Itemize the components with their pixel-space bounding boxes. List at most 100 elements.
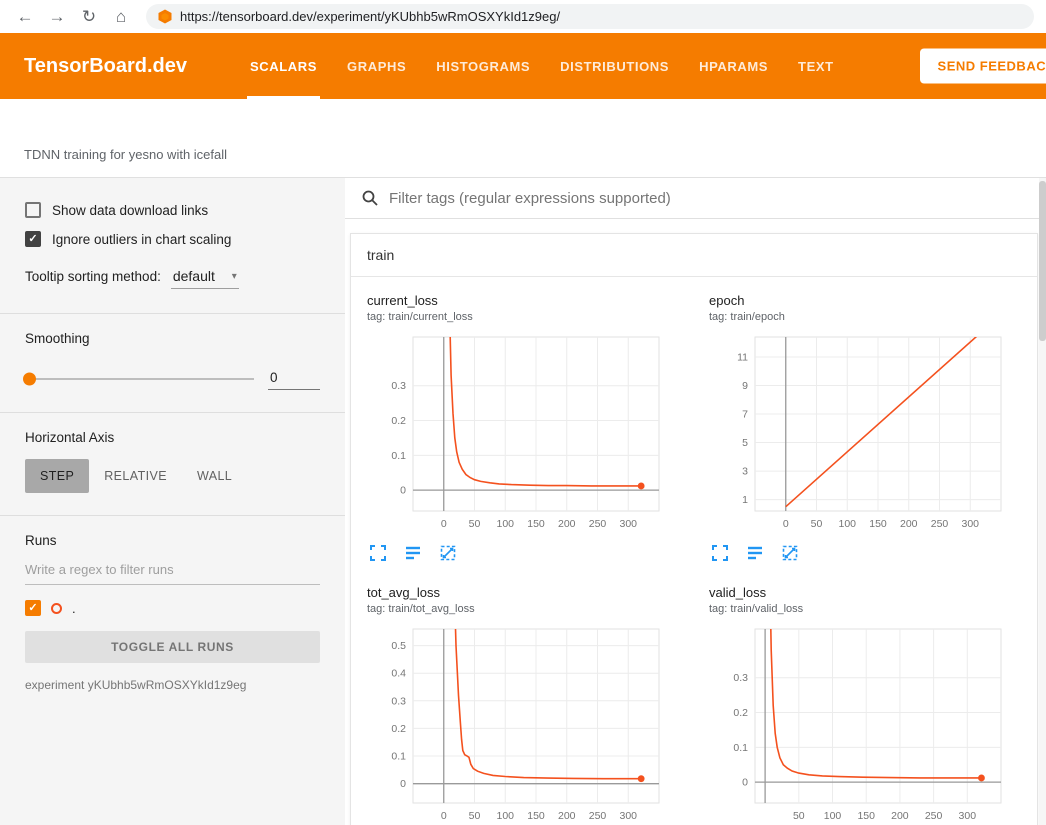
tooltip-sorting-select[interactable]: default ▾ (171, 266, 239, 289)
ignore-outliers-label: Ignore outliers in chart scaling (52, 232, 231, 247)
svg-text:7: 7 (742, 409, 748, 421)
svg-text:100: 100 (838, 518, 856, 530)
chart-plot[interactable]: 05010015020025030000.10.20.30.40.5 (367, 623, 667, 825)
svg-text:250: 250 (589, 518, 607, 530)
runs-filter-input[interactable] (25, 556, 320, 585)
svg-text:200: 200 (891, 810, 909, 822)
svg-text:200: 200 (558, 518, 576, 530)
chart-title: valid_loss (709, 585, 1015, 600)
tooltip-sorting-value: default (173, 268, 215, 284)
svg-text:150: 150 (527, 518, 545, 530)
run-list-item: ✓ . (25, 600, 320, 616)
chart-card: valid_loss tag: train/valid_loss 5010015… (709, 585, 1015, 825)
run-checkbox[interactable]: ✓ (25, 600, 41, 616)
svg-text:50: 50 (469, 810, 481, 822)
axis-wall-button[interactable]: WALL (182, 459, 247, 493)
svg-text:3: 3 (742, 466, 748, 478)
chart-toolbar (709, 544, 1015, 567)
send-feedback-button[interactable]: SEND FEEDBACK (920, 49, 1046, 84)
chart-tag: tag: train/epoch (709, 311, 1015, 323)
chart-tag: tag: train/current_loss (367, 311, 673, 323)
back-button[interactable]: ← (10, 3, 40, 31)
svg-text:250: 250 (589, 810, 607, 822)
chart-card: epoch tag: train/epoch 05010015020025030… (709, 293, 1015, 567)
tab-histograms[interactable]: HISTOGRAMS (421, 33, 545, 99)
address-bar[interactable]: https://tensorboard.dev/experiment/yKUbh… (146, 4, 1034, 29)
reload-button[interactable]: ↻ (74, 3, 104, 31)
smoothing-label: Smoothing (25, 331, 320, 346)
svg-text:100: 100 (496, 810, 514, 822)
app-header: TensorBoard.dev SCALARS GRAPHS HISTOGRAM… (0, 33, 1046, 99)
fit-domain-icon[interactable] (439, 544, 457, 567)
toggle-all-runs-button[interactable]: TOGGLE ALL RUNS (25, 631, 320, 663)
smoothing-slider-thumb[interactable] (23, 373, 36, 386)
svg-text:250: 250 (925, 810, 943, 822)
tag-group-header[interactable]: train (351, 234, 1037, 277)
svg-text:300: 300 (619, 810, 637, 822)
ignore-outliers-checkbox[interactable]: ✓ (25, 231, 41, 247)
chevron-down-icon: ▾ (232, 271, 237, 282)
chart-tag: tag: train/tot_avg_loss (367, 603, 673, 615)
run-name: . (72, 601, 76, 616)
experiment-title-bar: TDNN training for yesno with icefall (0, 99, 1046, 178)
axis-step-button[interactable]: STEP (25, 459, 89, 493)
svg-text:0: 0 (783, 518, 789, 530)
chart-plot[interactable]: 5010015020025030000.10.20.3 (709, 623, 1009, 825)
chart-title: epoch (709, 293, 1015, 308)
svg-text:0.1: 0.1 (391, 751, 406, 763)
horizontal-axis-label: Horizontal Axis (25, 430, 320, 445)
svg-text:0.3: 0.3 (733, 672, 748, 684)
tensorboard-logo[interactable]: TensorBoard.dev (24, 55, 187, 78)
axis-relative-button[interactable]: RELATIVE (89, 459, 182, 493)
runs-label: Runs (25, 533, 320, 548)
tab-scalars[interactable]: SCALARS (235, 33, 332, 99)
chart-toolbar (367, 544, 673, 567)
forward-button[interactable]: → (42, 3, 72, 31)
tab-text[interactable]: TEXT (783, 33, 849, 99)
filter-tags-input[interactable] (389, 190, 1030, 207)
svg-text:0.3: 0.3 (391, 695, 406, 707)
chart-card: current_loss tag: train/current_loss 0 50… (367, 293, 673, 567)
chart-plot[interactable]: 05010015020025030000.10.20.3 (367, 331, 667, 537)
check-icon: ✓ (28, 234, 37, 245)
svg-text:0.2: 0.2 (391, 415, 406, 427)
run-selector-icon[interactable] (404, 544, 422, 567)
svg-text:0: 0 (441, 518, 447, 530)
svg-text:0: 0 (742, 777, 748, 789)
svg-text:300: 300 (959, 810, 977, 822)
smoothing-slider[interactable] (25, 378, 254, 380)
scrollbar-thumb[interactable] (1039, 181, 1046, 341)
expand-chart-icon[interactable] (369, 544, 387, 567)
svg-text:50: 50 (469, 518, 481, 530)
tab-distributions[interactable]: DISTRIBUTIONS (545, 33, 684, 99)
run-color-swatch (51, 603, 62, 614)
scrollbar[interactable] (1039, 178, 1046, 825)
svg-text:1: 1 (742, 494, 748, 506)
svg-text:0.1: 0.1 (733, 742, 748, 754)
chart-plot[interactable]: 0501001502002503001357911 (709, 331, 1009, 537)
chart-title: current_loss (367, 293, 673, 308)
expand-chart-icon[interactable] (711, 544, 729, 567)
svg-text:300: 300 (961, 518, 979, 530)
experiment-title: TDNN training for yesno with icefall (24, 147, 227, 162)
svg-text:0: 0 (441, 810, 447, 822)
tab-hparams[interactable]: HPARAMS (684, 33, 783, 99)
svg-text:5: 5 (742, 437, 748, 449)
fit-domain-icon[interactable] (781, 544, 799, 567)
browser-chrome: ← → ↻ ⌂ https://tensorboard.dev/experime… (0, 0, 1046, 33)
smoothing-value-input[interactable]: 0 (268, 368, 320, 390)
svg-text:100: 100 (496, 518, 514, 530)
svg-text:0.4: 0.4 (391, 668, 406, 680)
home-button[interactable]: ⌂ (106, 3, 136, 31)
dashboard-main: train current_loss tag: train/current_lo… (345, 178, 1046, 825)
chart-tag: tag: train/valid_loss (709, 603, 1015, 615)
tag-group-card: train current_loss tag: train/current_lo… (350, 233, 1038, 825)
search-icon (361, 189, 379, 207)
svg-text:150: 150 (857, 810, 875, 822)
show-download-links-checkbox[interactable]: ✓ (25, 202, 41, 218)
settings-sidebar: ✓ Show data download links ✓ Ignore outl… (0, 178, 345, 825)
chart-grid: current_loss tag: train/current_loss 050… (351, 277, 1037, 825)
run-selector-icon[interactable] (746, 544, 764, 567)
nav-tabs: SCALARS GRAPHS HISTOGRAMS DISTRIBUTIONS … (235, 33, 849, 99)
tab-graphs[interactable]: GRAPHS (332, 33, 421, 99)
